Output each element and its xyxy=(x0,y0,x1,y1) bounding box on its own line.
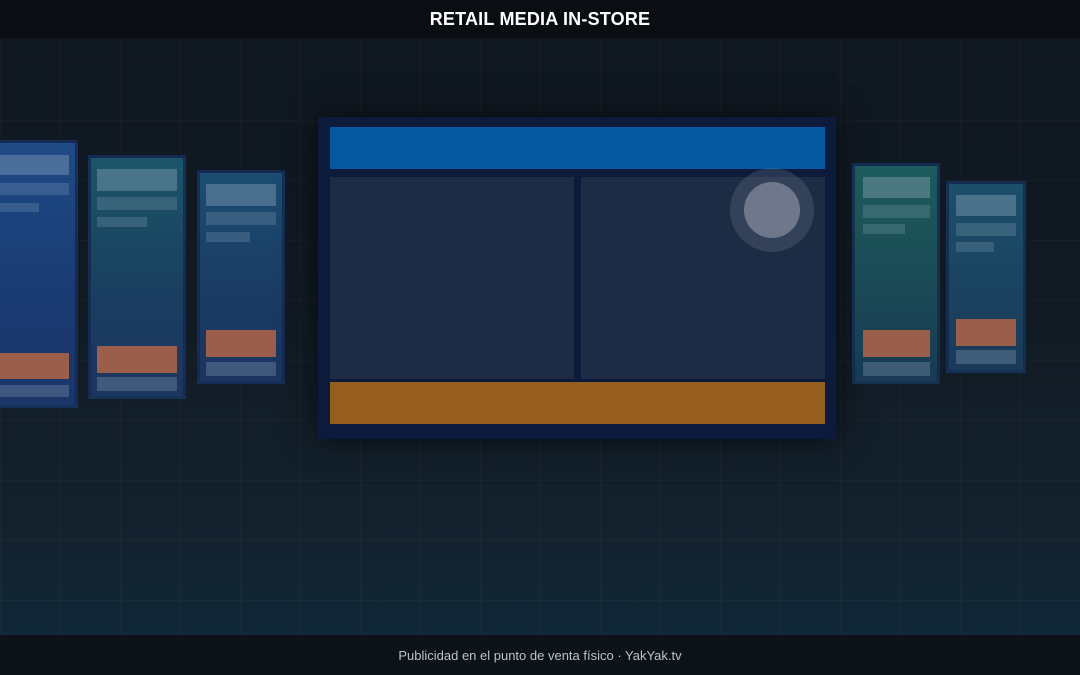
footer-caption: Publicidad en el punto de venta físico ·… xyxy=(398,647,682,663)
main-screen-bottom-band xyxy=(330,382,825,424)
footer-bar: Publicidad en el punto de venta físico ·… xyxy=(0,635,1080,675)
panel-footer-bar xyxy=(97,377,177,391)
panel-text-bar xyxy=(0,203,39,212)
panel-title-bar xyxy=(0,155,69,175)
panel-text-bar xyxy=(97,197,177,210)
panel-cta-bar xyxy=(863,330,930,357)
panel-title-bar xyxy=(206,184,276,206)
digital-signage-panel-right-1 xyxy=(852,163,940,384)
panel-footer-bar xyxy=(206,362,276,376)
panel-text-bar xyxy=(956,242,994,252)
circle-icon-inner xyxy=(744,182,800,238)
panel-cta-bar xyxy=(97,346,177,373)
panel-cta-bar xyxy=(0,353,69,379)
page-title: RETAIL MEDIA IN-STORE xyxy=(429,8,651,29)
panel-text-bar xyxy=(956,223,1016,236)
panel-footer-bar xyxy=(863,362,930,376)
main-screen-left-column xyxy=(330,177,574,379)
panel-cta-bar xyxy=(206,330,276,357)
panel-text-bar xyxy=(863,224,905,234)
digital-signage-panel-right-2 xyxy=(946,181,1026,373)
panel-cta-bar xyxy=(956,319,1016,346)
panel-text-bar xyxy=(206,232,250,242)
panel-text-bar xyxy=(97,217,147,227)
panel-title-bar xyxy=(97,169,177,191)
panel-text-bar xyxy=(863,205,930,218)
panel-footer-bar xyxy=(0,385,69,397)
panel-title-bar xyxy=(956,195,1016,216)
header-bar: RETAIL MEDIA IN-STORE xyxy=(0,0,1080,38)
digital-signage-panel-left-2 xyxy=(88,155,186,399)
main-screen-top-band xyxy=(330,127,825,169)
panel-footer-bar xyxy=(956,350,1016,364)
digital-signage-panel-left-1 xyxy=(0,140,78,408)
panel-text-bar xyxy=(0,183,69,195)
digital-signage-panel-left-3 xyxy=(197,170,285,384)
panel-title-bar xyxy=(863,177,930,198)
retail-media-scene: RETAIL MEDIA IN-STORE Publicidad en el p… xyxy=(0,0,1080,675)
main-digital-screen xyxy=(318,117,836,439)
panel-text-bar xyxy=(206,212,276,225)
